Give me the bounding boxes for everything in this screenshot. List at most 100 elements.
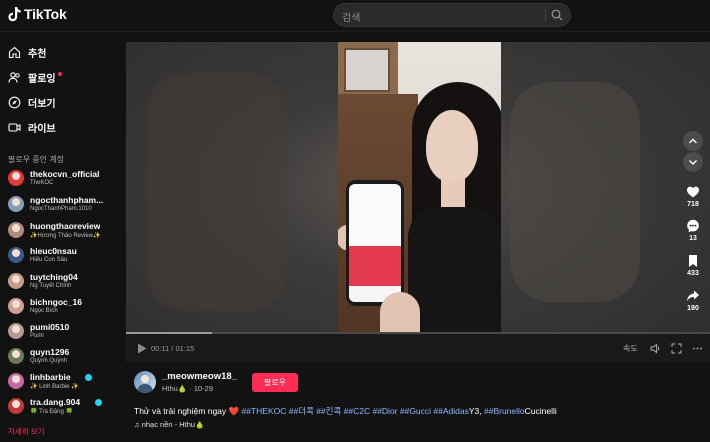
tiktok-logo-icon: [8, 7, 21, 22]
video-controls: 00:11 / 01:15 속도: [126, 334, 710, 362]
share-count: 190: [687, 305, 699, 312]
account-subtitle: Quỳnh Quỳnh: [30, 358, 68, 364]
fullscreen-icon[interactable]: [671, 343, 682, 354]
caption-end: Cucinelli: [524, 406, 557, 416]
video-time: 00:11 / 01:15: [151, 344, 195, 353]
sidebar: 추천 팔로잉 더보기 라이브 팔로우 중인 계정 thekocvn_offici…: [0, 32, 125, 442]
save-button[interactable]: 433: [683, 254, 703, 277]
play-icon[interactable]: [137, 343, 147, 354]
comment-count: 13: [689, 235, 697, 242]
account-subtitle: 🍀 Trà Đặng 🍀: [30, 409, 73, 415]
account-name: ngocthanhpham...: [30, 195, 104, 205]
top-bar: TikTok 검색: [0, 0, 710, 32]
video-player[interactable]: [126, 42, 710, 362]
live-icon: [8, 122, 21, 132]
nav-explore[interactable]: 더보기: [8, 93, 56, 111]
search-icon[interactable]: [551, 9, 563, 21]
blur-shape: [146, 72, 286, 312]
account-name: tra.dang.904: [30, 397, 81, 407]
caption-heart: ❤️: [228, 406, 240, 416]
post-info: _meowmeow18_ Hthu🍐 · 10-29 팔로우 Thử và tr…: [126, 362, 710, 442]
search-input[interactable]: 검색: [342, 9, 360, 24]
like-count: 718: [687, 201, 699, 208]
nav-label: 팔로잉: [28, 73, 56, 85]
account-name: hieuc0nsau: [30, 246, 77, 256]
video-door: [338, 42, 398, 94]
search-bar[interactable]: 검색: [333, 3, 571, 27]
account-name: pumi0510: [30, 322, 70, 332]
blur-shape: [510, 82, 640, 302]
account-name: tuytching04: [30, 272, 78, 282]
author-name[interactable]: _meowmeow18_: [162, 371, 237, 382]
account-subtitle: TheKOC: [30, 180, 54, 186]
following-account[interactable]: quyn1296 Quỳnh Quỳnh: [8, 345, 123, 369]
comment-icon: [687, 219, 699, 233]
following-account[interactable]: ngocthanhpham... NgocThanhPham.1010: [8, 193, 123, 217]
heart-icon: [687, 186, 699, 198]
account-subtitle: Ng Tuyết Chinh: [30, 283, 72, 289]
avatar: [8, 273, 24, 289]
share-button[interactable]: 190: [683, 289, 703, 312]
following-account[interactable]: huongthaoreview ✨Hương Thảo Review✨: [8, 219, 123, 243]
account-name: linhbarbie: [30, 372, 71, 382]
avatar: [8, 373, 24, 389]
like-button[interactable]: 718: [683, 185, 703, 208]
avatar: [8, 170, 24, 186]
logo-text: TikTok: [24, 6, 67, 22]
avatar: [8, 398, 24, 414]
caption-hashtags[interactable]: ##THEKOC ##더콕 ##킨콕 ##C2C ##Dior ##Gucci …: [242, 406, 469, 416]
following-account[interactable]: pumi0510 Pumi: [8, 320, 123, 344]
account-subtitle: ✨ Linh Barbie ✨: [30, 384, 79, 390]
account-subtitle: Hiếu Con Sâu: [30, 257, 68, 263]
avatar: [8, 196, 24, 212]
caption-tail: Y3,: [468, 406, 484, 416]
video-phone-screen: [349, 184, 401, 302]
account-name: quyn1296: [30, 347, 70, 357]
follow-button[interactable]: 팔로우: [252, 373, 298, 392]
speed-button[interactable]: 속도: [623, 343, 638, 354]
nav-label: 추천: [28, 48, 47, 60]
previous-video-button[interactable]: [683, 131, 703, 151]
nav-following[interactable]: 팔로잉: [8, 68, 62, 86]
avatar: [8, 323, 24, 339]
avatar-image: [137, 375, 153, 393]
video-person-face: [426, 110, 478, 182]
author-subtitle: Hthu🍐 · 10-29: [162, 384, 214, 393]
following-account[interactable]: bichngoc_16 Ngọc Bích: [8, 295, 123, 319]
notification-dot: [57, 71, 62, 76]
avatar: [8, 247, 24, 263]
avatar: [8, 298, 24, 314]
account-name: bichngoc_16: [30, 297, 82, 307]
account-name: huongthaoreview: [30, 221, 101, 231]
search-divider: [545, 9, 546, 22]
chevron-down-icon: [689, 160, 697, 165]
caption-hashtag-last[interactable]: ##Brunello: [484, 406, 525, 416]
account-subtitle: NgocThanhPham.1010: [30, 206, 92, 212]
volume-icon[interactable]: [650, 343, 661, 354]
author-avatar[interactable]: [134, 371, 156, 393]
avatar: [8, 222, 24, 238]
nav-for-you[interactable]: 추천: [8, 43, 46, 61]
following-account[interactable]: linhbarbie ✨ Linh Barbie ✨: [8, 370, 123, 394]
nav-live[interactable]: 라이브: [8, 118, 56, 136]
more-options-icon[interactable]: [692, 343, 703, 354]
following-account[interactable]: thekocvn_official TheKOC: [8, 167, 123, 191]
following-account[interactable]: hieuc0nsau Hiếu Con Sâu: [8, 244, 123, 268]
bookmark-icon: [689, 255, 697, 267]
chevron-up-icon: [689, 138, 697, 144]
next-video-button[interactable]: [683, 152, 703, 172]
following-section-title: 팔로우 중인 계정: [8, 155, 64, 164]
verified-badge-icon: [95, 399, 103, 406]
nav-label: 라이브: [28, 123, 56, 135]
post-caption: Thử và trải nghiệm ngay ❤️ ##THEKOC ##더콕…: [134, 405, 557, 417]
tiktok-logo[interactable]: TikTok: [8, 6, 67, 22]
following-account[interactable]: tuytching04 Ng Tuyết Chinh: [8, 270, 123, 294]
video-frame: [338, 42, 501, 362]
following-account[interactable]: tra.dang.904 🍀 Trà Đặng 🍀: [8, 395, 123, 419]
music-link[interactable]: ♫ nhạc nền - Hthu🍐: [134, 420, 204, 429]
avatar: [8, 348, 24, 364]
comment-button[interactable]: 13: [683, 219, 703, 242]
account-subtitle: ✨Hương Thảo Review✨: [30, 233, 101, 239]
home-icon: [8, 46, 21, 58]
see-more-link[interactable]: 자세히 보기: [8, 426, 45, 437]
